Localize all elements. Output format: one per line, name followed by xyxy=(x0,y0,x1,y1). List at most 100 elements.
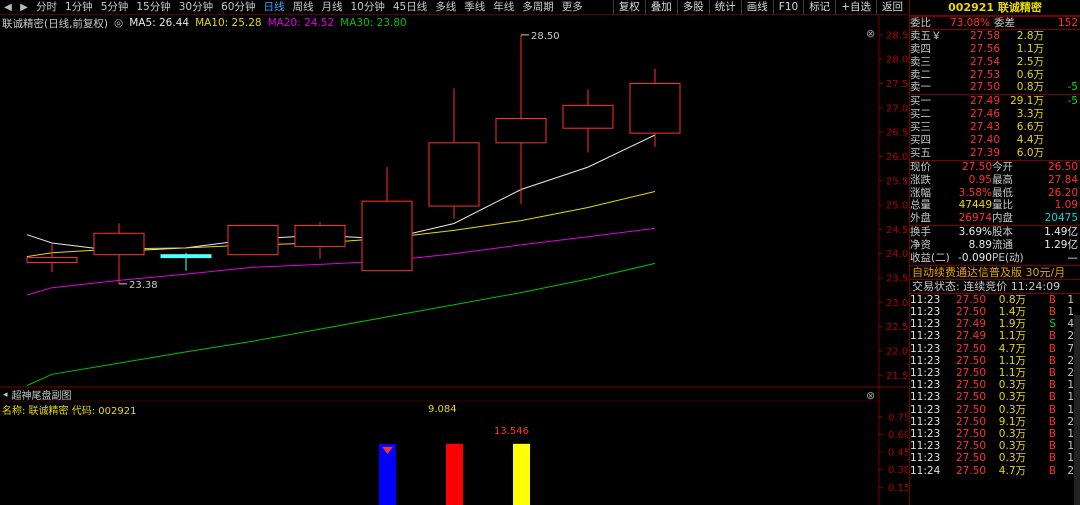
tick-time: 11:24 xyxy=(910,464,941,477)
fund-value: 1.29亿 xyxy=(1044,239,1078,252)
ask-row-4: 卖一 27.50 0.8万 -5 xyxy=(910,81,1080,94)
fund-label: 收益(二) xyxy=(910,252,950,265)
tab-9[interactable]: 10分钟 xyxy=(347,0,389,15)
y-tick-label: 22.50 xyxy=(886,322,908,333)
tool-button-3[interactable]: 统计 xyxy=(708,0,741,15)
y-tick-label: 24.00 xyxy=(886,249,908,260)
tab-11[interactable]: 多线 xyxy=(431,0,460,15)
tick-row: 11:23 27.50 0.3万 B 1 xyxy=(910,379,1080,391)
tab-10[interactable]: 45日线 xyxy=(389,0,431,15)
tab-6[interactable]: 日线 xyxy=(260,0,289,15)
bid-label: 买五 xyxy=(910,146,931,159)
tool-button-7[interactable]: +自选 xyxy=(835,0,876,15)
ma30-label: MA30: 23.80 xyxy=(340,17,407,29)
back-arrow-icon[interactable]: ◀ xyxy=(0,0,16,15)
y-tick-label: 22.00 xyxy=(886,346,908,357)
stat-label: 量比 xyxy=(992,199,1013,212)
ma5-label: MA5: 26.44 xyxy=(129,17,190,29)
tool-button-5[interactable]: F10 xyxy=(772,0,803,15)
tick-direction: B xyxy=(1048,464,1056,477)
bid-volume: 3.3万 xyxy=(1016,108,1044,121)
y-tick-label: 27.00 xyxy=(886,103,908,114)
refresh-icon[interactable]: ◎ xyxy=(114,17,123,29)
subscription-banner[interactable]: 自动续费通达信普及版 30元/月 xyxy=(910,264,1080,279)
tick-row: 11:23 27.50 4.7万 B 7 xyxy=(910,343,1080,355)
kline-chart[interactable]: 28.50 28.00 27.50 27.00 26.50 26.00 25.50 25.00… xyxy=(0,15,908,505)
ind-value-label-2: 13.546 xyxy=(494,426,529,437)
tick-count: 1 xyxy=(1067,293,1074,306)
fund-label: 流通 xyxy=(992,239,1013,252)
candle-body xyxy=(361,200,413,272)
tick-list[interactable]: 11:23 27.50 0.8万 B 1 11:23 27.50 1.4万 B 1 11:23 27.… xyxy=(910,292,1080,477)
tool-button-2[interactable]: 多股 xyxy=(676,0,709,15)
tick-volume: 1.1万 xyxy=(998,354,1026,367)
bid-volume: 6.6万 xyxy=(1016,121,1044,134)
ask-label: 卖一 xyxy=(910,81,931,94)
tick-volume: 0.3万 xyxy=(998,379,1026,392)
tick-price: 27.50 xyxy=(955,379,986,392)
tab-1[interactable]: 1分钟 xyxy=(61,0,97,15)
fund-label: PE(动) xyxy=(992,252,1024,265)
tab-13[interactable]: 年线 xyxy=(489,0,518,15)
fund-label: 净资 xyxy=(910,239,931,252)
tick-time: 11:23 xyxy=(910,354,941,367)
wc-label: 委差 xyxy=(994,17,1015,29)
bid-label: 买二 xyxy=(910,108,931,121)
y-tick-label: 25.00 xyxy=(886,201,908,212)
indicator-toggle-icon[interactable]: ◂ xyxy=(3,390,8,400)
tick-volume: 0.3万 xyxy=(998,391,1026,404)
tick-row: 11:23 27.50 9.1万 B 2 xyxy=(910,416,1080,428)
ind-bar xyxy=(446,443,463,505)
fund-value: — xyxy=(1067,252,1079,265)
ind-bar xyxy=(513,443,530,505)
tick-price: 27.50 xyxy=(955,403,986,416)
stat-label: 涨幅 xyxy=(910,186,931,199)
indicator-info: 名称: 联诚精密 代码: 002921 xyxy=(2,402,136,417)
tick-direction: B xyxy=(1048,427,1056,440)
tick-volume: 1.9万 xyxy=(998,318,1026,331)
ask-label: 卖二 xyxy=(910,68,931,81)
tab-5[interactable]: 60分钟 xyxy=(217,0,259,15)
tick-direction: B xyxy=(1048,391,1056,404)
tick-scrollbar[interactable] xyxy=(1074,315,1080,505)
stat-value: 27.50 xyxy=(961,160,992,173)
tool-button-6[interactable]: 标记 xyxy=(803,0,835,15)
ma-legend: 联诚精密(日线,前复权) ◎ MA5: 26.44 MA10: 25.28 MA… xyxy=(2,16,413,30)
tab-14[interactable]: 多周期 xyxy=(518,0,558,15)
tick-volume: 0.3万 xyxy=(998,452,1026,465)
tab-12[interactable]: 季线 xyxy=(460,0,489,15)
tick-direction: B xyxy=(1048,440,1056,453)
tick-count: 2 xyxy=(1067,464,1074,477)
ask-label: 卖三 xyxy=(910,55,931,68)
tab-7[interactable]: 周线 xyxy=(289,0,318,15)
ask-row-0: 卖五￥ 27.58 2.8万 xyxy=(910,30,1080,43)
tab-4[interactable]: 30分钟 xyxy=(175,0,217,15)
stat-value: 26974 xyxy=(958,212,992,225)
tick-count: 1 xyxy=(1067,427,1074,440)
tool-button-0[interactable]: 复权 xyxy=(612,0,645,15)
candle-body xyxy=(160,254,212,259)
tab-2[interactable]: 5分钟 xyxy=(97,0,133,15)
forward-arrow-icon[interactable]: ▶ xyxy=(16,0,32,15)
tool-button-8[interactable]: 返回 xyxy=(876,0,908,15)
tab-8[interactable]: 月线 xyxy=(318,0,347,15)
stat-label: 涨跌 xyxy=(910,173,931,186)
tick-price: 27.50 xyxy=(955,452,986,465)
fund-label: 股本 xyxy=(992,226,1013,239)
fund-value: -0.090 xyxy=(958,252,992,265)
tab-3[interactable]: 15分钟 xyxy=(132,0,174,15)
bid-change xyxy=(1044,147,1078,160)
ask-volume: 1.1万 xyxy=(1016,42,1044,55)
tick-volume: 0.3万 xyxy=(998,440,1026,453)
tick-row: 11:24 27.50 4.7万 B 2 xyxy=(910,465,1080,477)
tab-0[interactable]: 分时 xyxy=(32,0,61,15)
tool-button-4[interactable]: 画线 xyxy=(740,0,773,15)
tick-count: 1 xyxy=(1067,452,1074,465)
tick-row: 11:23 27.50 0.3万 B 1 xyxy=(910,440,1080,452)
tick-price: 27.50 xyxy=(955,415,986,428)
tab-15[interactable]: 更多 xyxy=(558,0,587,15)
quote-stats: 现价 27.50 今开 26.50 涨跌 0.95 最高 27.84 涨幅 3.58% 最低 26.2… xyxy=(910,159,1080,225)
tick-time: 11:23 xyxy=(910,403,941,416)
tool-button-1[interactable]: 叠加 xyxy=(644,0,677,15)
candle-body xyxy=(562,104,614,129)
